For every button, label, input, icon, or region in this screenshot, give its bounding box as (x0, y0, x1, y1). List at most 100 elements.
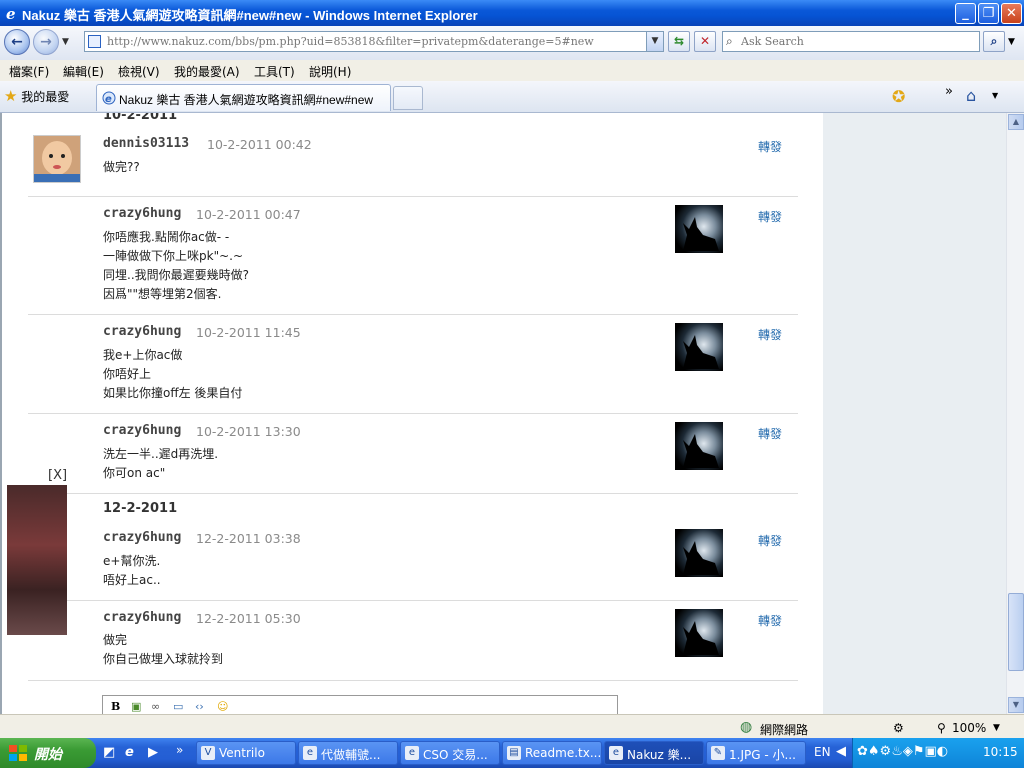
message-line: 我e+上你ac做 (103, 348, 183, 362)
favorites-button[interactable]: ★ 我的最愛 (4, 87, 69, 105)
forward-link[interactable]: 轉發 (758, 326, 782, 343)
forward-link[interactable]: 轉發 (758, 612, 782, 629)
message-line: 你可on ac" (103, 466, 166, 480)
taskbar-item-label: Nakuz 樂... (627, 748, 692, 762)
scroll-up-icon[interactable]: ▲ (1008, 114, 1024, 130)
vertical-scrollbar[interactable]: ▲ ▼ (1006, 113, 1024, 714)
back-arrow-icon: ← (11, 34, 23, 50)
ie-icon: e (303, 746, 317, 760)
message-item: crazy6hung 10-2-2011 00:47 轉發 你唔應我.點鬧你ac… (28, 196, 798, 315)
menu-tools[interactable]: 工具(T) (254, 63, 295, 80)
code-icon[interactable]: ‹› (195, 700, 204, 713)
start-label: 開始 (34, 746, 62, 762)
zoom-level[interactable]: 100% (952, 721, 986, 735)
date-header: 12-2-2011 (103, 501, 178, 516)
link-icon[interactable]: ∞ (151, 700, 160, 713)
protected-mode-icon[interactable]: ⚙ (893, 721, 904, 735)
quicklaunch-media-icon[interactable]: ▶ (148, 745, 158, 760)
menu-view[interactable]: 檢視(V) (118, 63, 160, 80)
more-commands-icon[interactable]: » (945, 84, 953, 99)
restore-button[interactable]: ❐ (978, 3, 999, 24)
language-bar-icon[interactable]: ◀ (836, 744, 846, 759)
side-ad-image[interactable] (7, 485, 67, 635)
home-dropdown-icon[interactable]: ▼ (992, 91, 998, 100)
forward-link[interactable]: 轉發 (758, 138, 782, 155)
favorites-star-icon: ★ (4, 87, 18, 105)
avatar-wolf-icon (683, 541, 719, 575)
avatar[interactable] (675, 422, 723, 470)
taskbar-item-label: CSO 交易... (423, 748, 488, 762)
message-body: 做完 你自己做埋入球就拎到 (103, 631, 223, 669)
address-dropdown-icon[interactable]: ▼ (646, 32, 663, 51)
menu-edit[interactable]: 編輯(E) (63, 63, 104, 80)
quicklaunch-more-icon[interactable]: » (176, 743, 183, 757)
avatar[interactable] (675, 609, 723, 657)
image-icon[interactable]: ▣ (131, 700, 141, 713)
message-username[interactable]: dennis03113 (103, 136, 189, 151)
add-favorite-icon[interactable]: ✪ (892, 87, 905, 106)
menu-help[interactable]: 說明(H) (309, 63, 351, 80)
menu-favorites[interactable]: 我的最愛(A) (174, 63, 240, 80)
minimize-button[interactable]: _ (955, 3, 976, 24)
close-button[interactable]: ✕ (1001, 3, 1022, 24)
message-line: 因爲""想等埋第2個客. (103, 287, 222, 301)
clock[interactable]: 10:15 (983, 745, 1018, 759)
address-bar[interactable]: http://www.nakuz.com/bbs/pm.php?uid=8538… (84, 31, 664, 52)
search-options-icon[interactable]: ▼ (1008, 37, 1015, 47)
search-button[interactable]: ⌕ (983, 31, 1005, 52)
svg-text:e: e (105, 94, 112, 105)
taskbar-item-ie-active[interactable]: e Nakuz 樂... (604, 741, 704, 765)
avatar[interactable] (33, 135, 81, 183)
new-tab-button[interactable] (393, 86, 423, 110)
search-input[interactable] (741, 33, 971, 50)
start-button[interactable]: 開始 (0, 738, 96, 768)
taskbar-item-paint[interactable]: ✎ 1.JPG - 小... (706, 741, 806, 765)
message-line: e+幫你洗. (103, 554, 161, 568)
message-line: 你唔好上 (103, 367, 152, 381)
message-username[interactable]: crazy6hung (103, 206, 181, 221)
bold-icon[interactable]: B (111, 700, 120, 713)
language-indicator[interactable]: EN (814, 745, 831, 759)
forward-button[interactable]: → (33, 29, 59, 55)
tab-nakuz[interactable]: e Nakuz 樂古 香港人氣網遊攻略資訊網#new#new (96, 84, 391, 111)
avatar[interactable] (675, 529, 723, 577)
forward-link[interactable]: 轉發 (758, 425, 782, 442)
message-username[interactable]: crazy6hung (103, 324, 181, 339)
home-icon[interactable]: ⌂ (966, 86, 976, 105)
avatar[interactable] (675, 205, 723, 253)
avatar-baby-icon (34, 136, 80, 182)
back-button[interactable]: ← (4, 29, 30, 55)
quote-icon[interactable]: ▭ (173, 700, 183, 713)
right-panel (823, 113, 1006, 714)
quicklaunch-desktop-icon[interactable]: ◩ (103, 745, 115, 760)
search-box[interactable]: ⌕ (722, 31, 980, 52)
message-line: 如果比你撞off左 後果自付 (103, 386, 243, 400)
history-dropdown-icon[interactable]: ▼ (62, 37, 69, 47)
taskbar-item-label: Readme.tx... (525, 746, 602, 760)
forward-link[interactable]: 轉發 (758, 208, 782, 225)
scroll-thumb[interactable] (1008, 593, 1024, 671)
stop-button[interactable]: ✕ (694, 31, 716, 52)
taskbar-item-ie-2[interactable]: e CSO 交易... (400, 741, 500, 765)
window-title: Nakuz 樂古 香港人氣網遊攻略資訊網#new#new - Windows I… (22, 8, 478, 23)
avatar[interactable] (675, 323, 723, 371)
taskbar-item-ie-1[interactable]: e 代做輔號... (298, 741, 398, 765)
taskbar-item-notepad[interactable]: ▤ Readme.tx... (502, 741, 602, 765)
security-zone: 網際網路 (760, 723, 809, 737)
message-line: 做完 (103, 633, 128, 647)
ad-close-button[interactable]: [X] (48, 468, 67, 483)
zoom-dropdown-icon[interactable]: ▼ (993, 723, 1000, 733)
menu-file[interactable]: 檔案(F) (9, 63, 49, 80)
reply-editor-toolbar: B ▣ ∞ ▭ ‹› ☺ (102, 695, 618, 714)
quicklaunch-ie-icon[interactable]: e (125, 745, 134, 760)
smiley-icon[interactable]: ☺ (217, 700, 228, 713)
refresh-button[interactable]: ⇆ (668, 31, 690, 52)
message-username[interactable]: crazy6hung (103, 610, 181, 625)
message-username[interactable]: crazy6hung (103, 530, 181, 545)
tray-icons[interactable]: ✿♠⚙♨◈⚑▣◐ (857, 744, 948, 759)
message-item: crazy6hung 12-2-2011 03:38 轉發 e+幫你洗. 唔好上… (28, 520, 798, 601)
message-username[interactable]: crazy6hung (103, 423, 181, 438)
taskbar-item-ventrilo[interactable]: V Ventrilo (196, 741, 296, 765)
forward-link[interactable]: 轉發 (758, 532, 782, 549)
scroll-down-icon[interactable]: ▼ (1008, 697, 1024, 713)
